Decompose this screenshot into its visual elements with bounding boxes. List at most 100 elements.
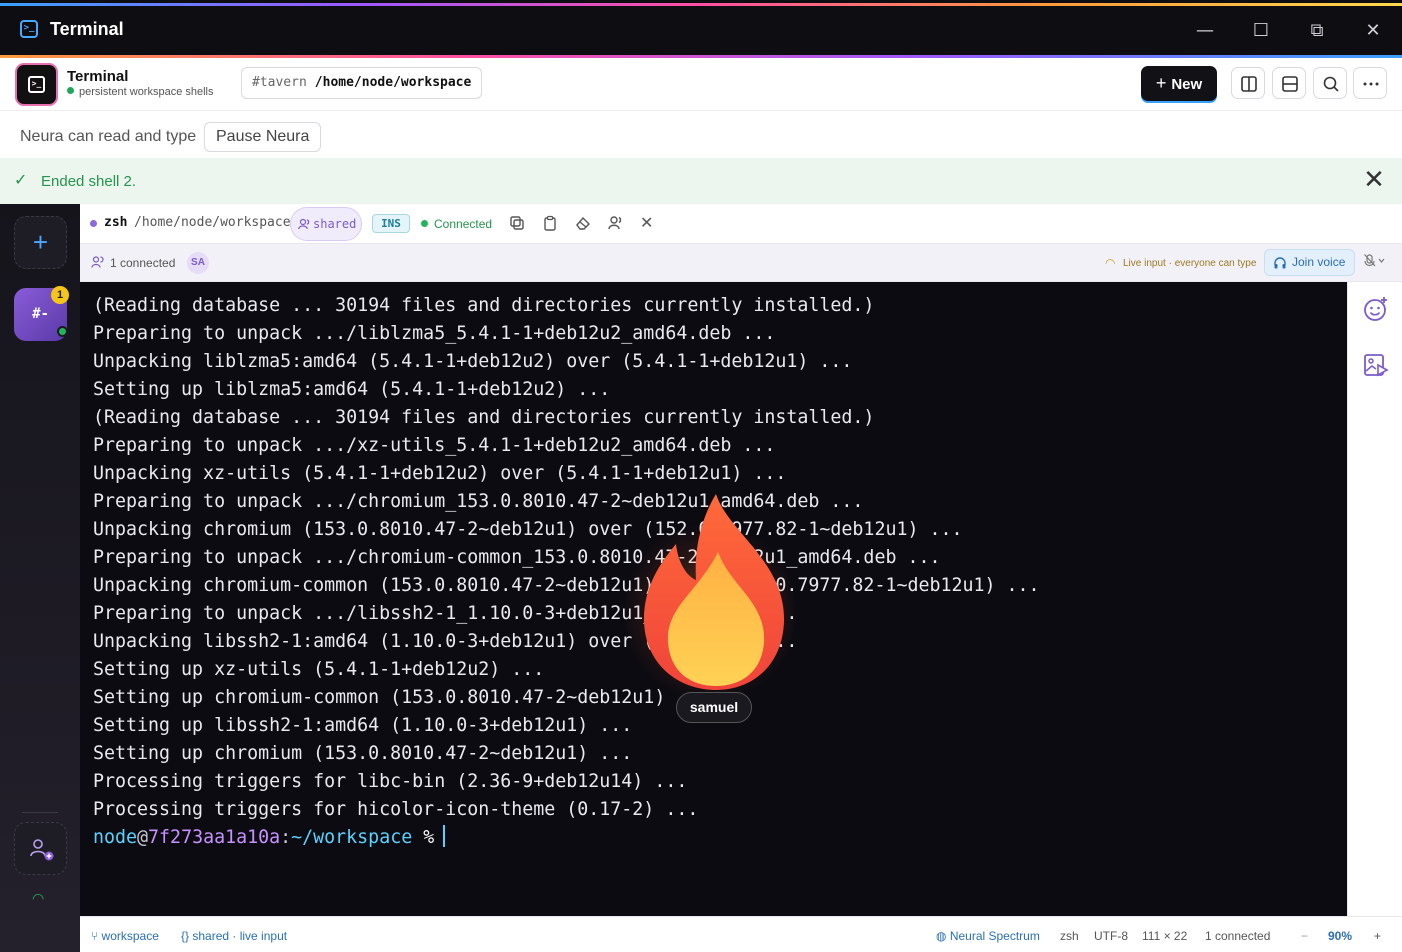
app-header: >_ Terminal persistent workspace shells … [0, 58, 1402, 110]
prompt-sep: : [280, 827, 292, 848]
invite-users-button[interactable] [14, 822, 67, 875]
encoding-status: UTF-8 [1094, 929, 1128, 943]
eraser-icon [576, 216, 590, 230]
paste-button[interactable] [542, 215, 560, 233]
terminal-line: Preparing to unpack .../liblzma5_5.4.1-1… [93, 323, 776, 344]
branch-icon: ⑂ [91, 929, 102, 943]
theme-status[interactable]: ◍ Neural Spectrum [936, 929, 1040, 943]
terminal-tab-bar: zsh /home/node/workspace shared INS Conn… [80, 204, 1402, 244]
terminal-line: Processing triggers for libc-bin (2.36-9… [93, 771, 688, 792]
users-icon [30, 839, 54, 861]
terminal-line: Preparing to unpack .../xz-utils_5.4.1-1… [93, 435, 776, 456]
mode-status[interactable]: {} shared · live input [181, 929, 287, 943]
terminal-line: Unpacking xz-utils (5.4.1-1+deb12u2) ove… [93, 463, 787, 484]
clear-button[interactable] [575, 215, 593, 233]
shared-badge[interactable]: shared [290, 207, 362, 241]
side-panel [1347, 282, 1402, 916]
app-subtitle: persistent workspace shells [67, 86, 214, 98]
branch-status[interactable]: ⑂ workspace [91, 929, 159, 943]
minimize-button[interactable]: — [1191, 17, 1219, 45]
pause-neura-button[interactable]: Pause Neura [204, 122, 322, 152]
presence-bar: 1 connected SA ◠ Live input · everyone c… [80, 244, 1402, 282]
zoom-level[interactable]: 90% [1328, 929, 1352, 943]
users-icon [608, 216, 622, 230]
terminal-line: Setting up liblzma5:amd64 (5.4.1-1+deb12… [93, 379, 611, 400]
mic-off-icon[interactable] [1364, 254, 1386, 271]
rail-divider [22, 812, 58, 813]
online-indicator [57, 326, 68, 337]
participants-button[interactable] [608, 215, 626, 233]
avatar[interactable]: SA [187, 252, 209, 274]
zoom-out-button[interactable]: − [1301, 929, 1308, 943]
terminal-line: Unpacking chromium-common (153.0.8010.47… [93, 575, 1040, 596]
tab-shell-name[interactable]: zsh [104, 215, 127, 230]
window-title: Terminal [50, 19, 124, 39]
mic-off-icon [1364, 254, 1385, 267]
workspace-path[interactable]: #tavern/home/node/workspace [241, 67, 483, 99]
text-cursor [443, 825, 446, 847]
notification-badge: 1 [51, 286, 69, 304]
clipboard-icon [544, 215, 556, 231]
notice-message: Ended shell 2. [41, 173, 137, 190]
titlebar-gradient-top [0, 3, 1402, 6]
close-window-button[interactable]: ✕ [1359, 17, 1387, 45]
prompt-path: ~/workspace [291, 827, 413, 848]
tab-cwd: /home/node/workspace [134, 215, 291, 230]
palette-icon: ◍ [936, 929, 950, 943]
terminal-line: Preparing to unpack .../chromium-common_… [93, 547, 941, 568]
terminal-line: Unpacking liblzma5:amd64 (5.4.1-1+deb12u… [93, 351, 853, 372]
more-button[interactable] [1353, 67, 1387, 99]
emoji-add-icon[interactable] [1363, 296, 1389, 322]
headphones-icon [1274, 257, 1286, 269]
new-shell-button[interactable]: + New [1141, 66, 1217, 101]
terminal-icon: >_ [20, 20, 38, 38]
connected-status: 1 connected [1205, 929, 1271, 943]
terminal-line: Setting up xz-utils (5.4.1-1+deb12u2) ..… [93, 659, 545, 680]
mode-label: shared · live input [192, 929, 288, 943]
prompt-symbol: % [423, 827, 435, 848]
split-horizontal-button[interactable] [1272, 67, 1306, 99]
workspace-rail: + #- 1 ◠ [0, 204, 80, 952]
flame-icon [643, 494, 785, 690]
join-voice-button[interactable]: Join voice [1264, 249, 1355, 276]
terminal-line: Setting up chromium (153.0.8010.47-2~deb… [93, 743, 633, 764]
more-icon [1363, 82, 1379, 86]
braces-icon: {} [181, 929, 193, 943]
connection-dot [421, 220, 428, 227]
path-text: /home/node/workspace [314, 75, 472, 90]
maximize-button[interactable]: ☐ [1247, 17, 1275, 45]
shared-label: shared [313, 217, 357, 231]
terminal-line: (Reading database ... 30194 files and di… [93, 407, 875, 428]
close-icon[interactable]: ✕ [1360, 165, 1388, 193]
copy-icon [510, 216, 524, 230]
size-status: 111 × 22 [1142, 929, 1188, 943]
add-workspace-button[interactable]: + [14, 216, 67, 269]
terminal-icon: >_ [28, 76, 45, 93]
wifi-icon: ◠ [1105, 256, 1116, 270]
split-vertical-button[interactable] [1231, 67, 1265, 99]
shell-status: zsh [1060, 929, 1079, 943]
terminal-line: Setting up chromium-common (153.0.8010.4… [93, 687, 710, 708]
app-logo: >_ [15, 63, 58, 106]
app-title: Terminal [67, 68, 129, 85]
users-icon [91, 256, 104, 268]
search-button[interactable] [1313, 67, 1347, 99]
close-tab-icon[interactable]: ✕ [640, 215, 658, 233]
window-titlebar: >_ Terminal — ☐ ⧉ ✕ [0, 0, 1402, 58]
terminal-line: Setting up libssh2-1:amd64 (1.10.0-3+deb… [93, 715, 633, 736]
connection-status: Connected [434, 217, 493, 231]
users-icon [298, 218, 310, 230]
check-icon: ✓ [14, 172, 28, 189]
prompt-host: 7f273aa1a10a [148, 827, 281, 848]
branch-label: workspace [101, 929, 159, 943]
terminal-output[interactable]: (Reading database ... 30194 files and di… [80, 282, 1347, 916]
notice-banner: ✓ Ended shell 2. ✕ [0, 158, 1402, 204]
zoom-in-button[interactable]: + [1374, 929, 1381, 943]
media-icon[interactable] [1363, 352, 1389, 378]
status-dot [67, 87, 74, 94]
search-icon [1323, 76, 1339, 92]
copy-button[interactable] [509, 215, 527, 233]
snap-button[interactable]: ⧉ [1303, 17, 1331, 45]
new-label: New [1171, 76, 1203, 93]
connected-count: 1 connected [110, 256, 176, 270]
